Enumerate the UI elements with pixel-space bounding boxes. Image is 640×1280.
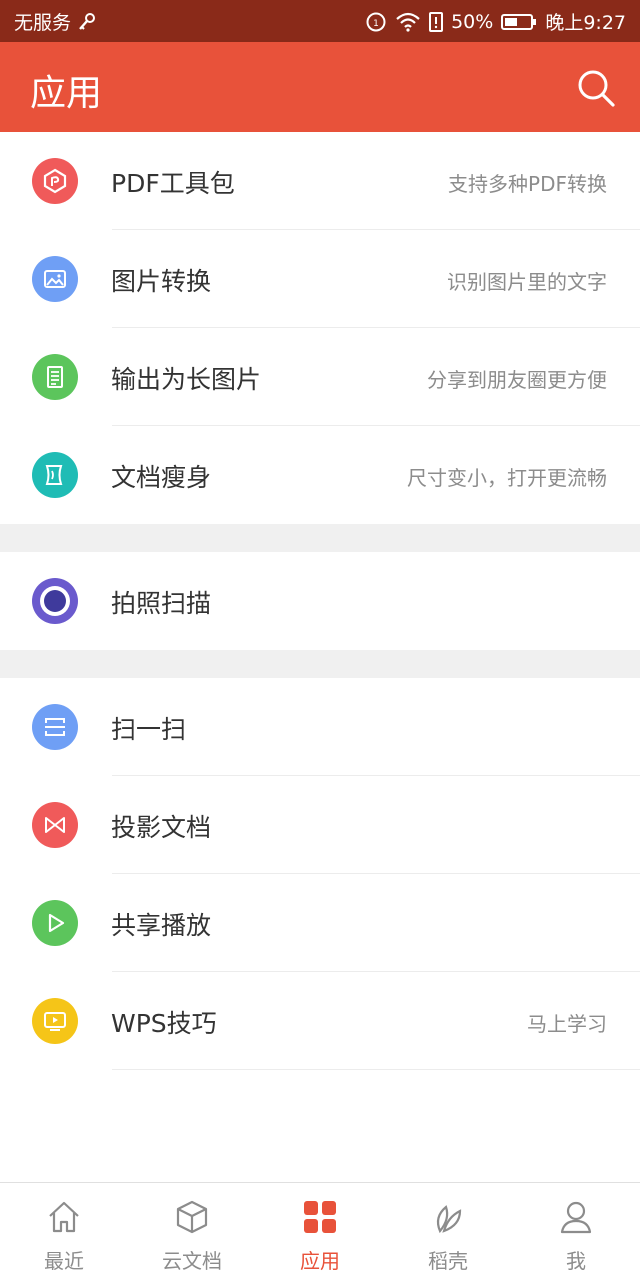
tab-apps[interactable]: 应用 [256,1183,384,1280]
item-label: 投影文档 [111,813,212,842]
apps-grid-icon [302,1199,338,1235]
scan-icon [32,704,78,750]
tab-label: 应用 [300,1249,340,1273]
item-label: 文档瘦身 [111,463,212,492]
item-label: 扫一扫 [111,715,187,744]
section-separator [0,650,640,678]
svg-text:1: 1 [373,19,379,29]
alert-icon [429,11,444,33]
share-section: 扫一扫 投影文档 共享播放 WPS技巧 马上学习 [0,678,640,1070]
wifi-icon [395,11,421,33]
list-item-image-convert[interactable]: 图片转换 识别图片里的文字 [0,230,640,328]
tab-docer[interactable]: 稻壳 [384,1183,512,1280]
tab-cloud-docs[interactable]: 云文档 [128,1183,256,1280]
projection-icon [32,802,78,848]
tab-me[interactable]: 我 [512,1183,640,1280]
item-label: 拍照扫描 [111,589,212,618]
list-item-shared-play[interactable]: 共享播放 [0,874,640,972]
image-icon [32,256,78,302]
pdf-tool-icon [32,158,78,204]
list-item-projection[interactable]: 投影文档 [0,776,640,874]
item-description: 支持多种PDF转换 [448,172,607,196]
user-icon [558,1199,594,1235]
clock: 晚上9:27 [545,12,626,34]
home-icon [46,1199,82,1235]
list-item-photo-scan[interactable]: 拍照扫描 [0,552,640,650]
page-title: 应用 [30,73,103,114]
slim-doc-icon [32,452,78,498]
tab-recent[interactable]: 最近 [0,1183,128,1280]
tab-label: 最近 [44,1249,84,1273]
list-item-long-image[interactable]: 输出为长图片 分享到朋友圈更方便 [0,328,640,426]
item-label: 输出为长图片 [111,365,262,394]
item-label: PDF工具包 [111,169,235,198]
status-bar: 无服务 1 50% 晚上9:27 [0,0,640,42]
search-button[interactable] [574,66,618,110]
list-item-wps-tips[interactable]: WPS技巧 马上学习 [0,972,640,1070]
cloud-box-icon [174,1199,210,1235]
item-label: 共享播放 [111,911,212,940]
battery-icon [501,12,537,32]
divider [112,1069,640,1070]
key-icon [77,12,97,32]
tools-section: PDF工具包 支持多种PDF转换 图片转换 识别图片里的文字 输出为长图片 分享… [0,132,640,524]
tab-label: 我 [566,1249,586,1273]
item-description: 分享到朋友圈更方便 [427,368,607,392]
item-description: 尺寸变小，打开更流畅 [407,466,607,490]
app-bar: 应用 [0,42,640,132]
tips-video-icon [32,998,78,1044]
item-description: 识别图片里的文字 [447,270,607,294]
play-icon [32,900,78,946]
item-label: 图片转换 [111,267,212,296]
data-saver-icon: 1 [365,11,387,33]
item-description: 马上学习 [527,1012,607,1036]
bottom-tab-bar: 最近 云文档 应用 稻壳 我 [0,1182,640,1280]
list-item-scan[interactable]: 扫一扫 [0,678,640,776]
scan-section: 拍照扫描 [0,552,640,650]
list-item-slim-doc[interactable]: 文档瘦身 尺寸变小，打开更流畅 [0,426,640,524]
list-item-pdf-tools[interactable]: PDF工具包 支持多种PDF转换 [0,132,640,230]
leaf-icon [430,1199,466,1235]
tab-label: 稻壳 [428,1249,468,1273]
search-icon [574,70,618,114]
battery-percent: 50% [451,10,494,33]
carrier-text: 无服务 [14,12,72,34]
long-image-icon [32,354,78,400]
camera-scan-icon [32,578,78,624]
tab-label: 云文档 [162,1249,222,1273]
section-separator [0,524,640,552]
item-label: WPS技巧 [111,1009,217,1038]
